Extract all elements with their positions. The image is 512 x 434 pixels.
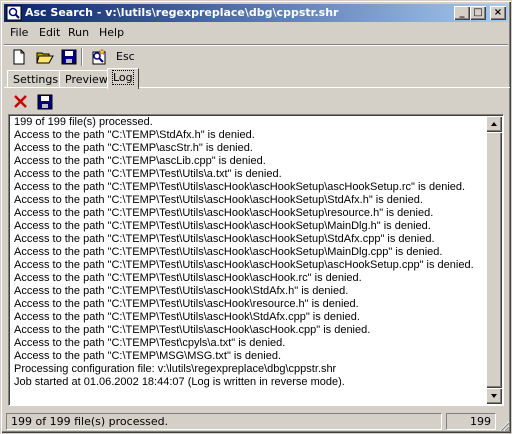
tab-log-label: Log bbox=[112, 70, 134, 85]
scroll-up-button[interactable] bbox=[486, 116, 502, 132]
save-icon[interactable] bbox=[60, 48, 78, 66]
log-line: Access to the path "C:\TEMP\Test\Utils\a… bbox=[14, 194, 423, 206]
menu-run[interactable]: Run bbox=[68, 26, 89, 39]
status-message: 199 of 199 file(s) processed. bbox=[6, 413, 442, 430]
new-file-icon[interactable] bbox=[10, 48, 28, 66]
toolbar-separator bbox=[81, 48, 83, 66]
log-line: Access to the path "C:\TEMP\Test\cpyls\a… bbox=[14, 337, 286, 349]
main-toolbar: Esc bbox=[4, 44, 508, 67]
log-line: Processing configuration file: v:\lutils… bbox=[14, 363, 337, 375]
tab-settings[interactable]: Settings bbox=[7, 70, 65, 88]
log-line: Access to the path "C:\TEMP\Test\Utils\a… bbox=[14, 168, 282, 180]
close-button[interactable]: × bbox=[490, 6, 506, 20]
menu-bar: File Edit Run Help bbox=[4, 24, 508, 42]
save-log-icon[interactable] bbox=[36, 93, 54, 111]
scroll-down-button[interactable] bbox=[486, 388, 502, 404]
app-search-icon bbox=[6, 5, 22, 21]
log-line: Access to the path "C:\TEMP\StdAfx.h" is… bbox=[14, 129, 255, 141]
tab-log[interactable]: Log bbox=[107, 68, 139, 89]
app-window: Asc Search - v:\lutils\regexpreplace\dbg… bbox=[0, 0, 512, 434]
minimize-button[interactable]: _ bbox=[454, 6, 470, 20]
window-title: Asc Search - v:\lutils\regexpreplace\dbg… bbox=[25, 6, 339, 19]
vertical-scrollbar[interactable] bbox=[486, 116, 502, 404]
log-line: 199 of 199 file(s) processed. bbox=[14, 116, 153, 128]
log-line: Access to the path "C:\TEMP\Test\Utils\a… bbox=[14, 207, 434, 219]
clear-log-icon[interactable] bbox=[12, 93, 30, 111]
log-line: Job started at 01.06.2002 18:44:07 (Log … bbox=[14, 376, 345, 388]
status-bar: 199 of 199 file(s) processed. 199 bbox=[4, 412, 510, 432]
menu-help[interactable]: Help bbox=[99, 26, 124, 39]
log-line: Access to the path "C:\TEMP\MSG\MSG.txt"… bbox=[14, 350, 282, 362]
log-line: Access to the path "C:\TEMP\Test\Utils\a… bbox=[14, 220, 431, 232]
resize-grip-icon[interactable] bbox=[498, 420, 510, 432]
log-line: Access to the path "C:\TEMP\Test\Utils\a… bbox=[14, 259, 474, 271]
log-line: Access to the path "C:\TEMP\Test\Utils\a… bbox=[14, 285, 349, 297]
maximize-button[interactable]: □ bbox=[470, 6, 486, 20]
scroll-thumb[interactable] bbox=[486, 132, 502, 388]
log-lines: 199 of 199 file(s) processed. Access to t… bbox=[14, 116, 486, 389]
esc-button[interactable]: Esc bbox=[116, 50, 135, 63]
log-line: Access to the path "C:\TEMP\Test\Utils\a… bbox=[14, 181, 466, 193]
search-run-icon[interactable] bbox=[90, 48, 108, 66]
log-line: Access to the path "C:\TEMP\ascStr.h" is… bbox=[14, 142, 253, 154]
log-panel: 199 of 199 file(s) processed. Access to t… bbox=[4, 87, 510, 410]
title-bar[interactable]: Asc Search - v:\lutils\regexpreplace\dbg… bbox=[4, 4, 508, 22]
tab-strip: Settings Preview Log bbox=[4, 68, 508, 89]
log-line: Access to the path "C:\TEMP\Test\Utils\a… bbox=[14, 246, 443, 258]
log-line: Access to the path "C:\TEMP\Test\Utils\a… bbox=[14, 311, 360, 323]
open-folder-icon[interactable] bbox=[36, 48, 54, 66]
log-line: Access to the path "C:\TEMP\Test\Utils\a… bbox=[14, 233, 435, 245]
menu-edit[interactable]: Edit bbox=[39, 26, 60, 39]
log-line: Access to the path "C:\TEMP\Test\Utils\a… bbox=[14, 324, 371, 336]
tab-preview[interactable]: Preview bbox=[59, 70, 114, 88]
log-line: Access to the path "C:\TEMP\Test\Utils\a… bbox=[14, 298, 359, 310]
menu-file[interactable]: File bbox=[10, 26, 28, 39]
tab-settings-label: Settings bbox=[13, 73, 59, 86]
status-count: 199 bbox=[446, 413, 496, 430]
log-line: Access to the path "C:\TEMP\ascLib.cpp" … bbox=[14, 155, 266, 167]
log-output[interactable]: 199 of 199 file(s) processed. Access to t… bbox=[8, 114, 504, 406]
tab-preview-label: Preview bbox=[65, 73, 108, 86]
arrow-up-icon bbox=[491, 122, 497, 126]
arrow-down-icon bbox=[491, 394, 497, 398]
log-line: Access to the path "C:\TEMP\Test\Utils\a… bbox=[14, 272, 362, 284]
